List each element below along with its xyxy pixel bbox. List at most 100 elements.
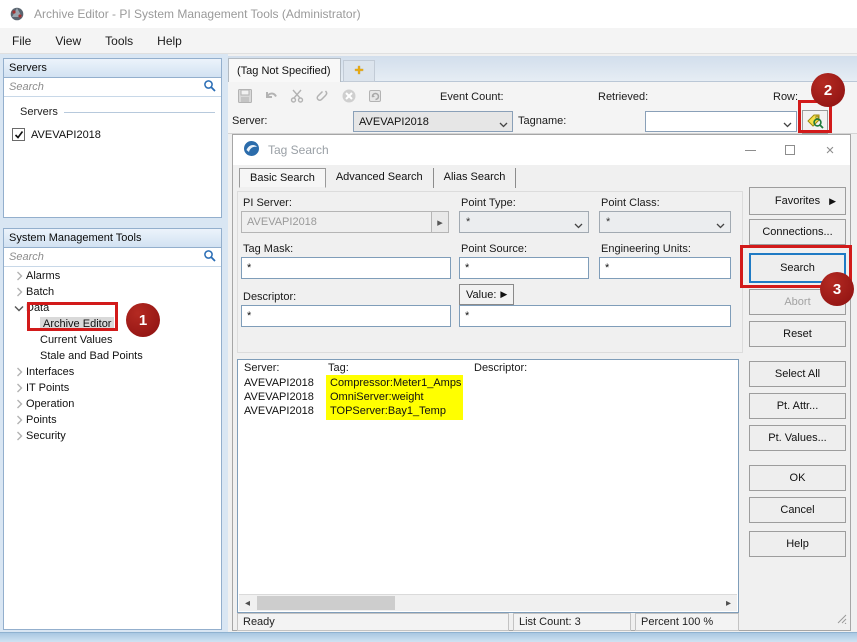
- tree-item-label[interactable]: Security: [26, 430, 66, 442]
- tree-item-label[interactable]: Current Values: [40, 334, 113, 346]
- tree-item-current-values[interactable]: Current Values: [40, 332, 113, 348]
- pt-values-button[interactable]: Pt. Values...: [749, 425, 846, 451]
- result-row-tag[interactable]: OmniServer:weight: [330, 391, 424, 403]
- new-tab-button[interactable]: +: [343, 60, 375, 82]
- reset-button[interactable]: Reset: [749, 321, 846, 347]
- tree-item-batch[interactable]: Batch: [12, 284, 54, 300]
- minimize-icon[interactable]: [730, 135, 770, 165]
- resize-grip-icon[interactable]: [835, 612, 847, 627]
- menu-view[interactable]: View: [43, 30, 93, 52]
- tree-item-label[interactable]: Alarms: [26, 270, 60, 282]
- servers-search[interactable]: Search: [4, 78, 221, 97]
- scroll-left-icon[interactable]: ◂: [239, 595, 256, 611]
- horizontal-scrollbar[interactable]: ◂ ▸: [239, 594, 737, 611]
- point-type-combobox[interactable]: *: [459, 211, 589, 233]
- engineering-units-value: *: [605, 262, 609, 274]
- cancel-icon[interactable]: [340, 87, 358, 105]
- column-header-server[interactable]: Server:: [244, 362, 279, 374]
- chevron-down-icon[interactable]: [12, 305, 26, 312]
- checkbox-checked-icon[interactable]: [12, 128, 25, 141]
- tree-item-it-points[interactable]: IT Points: [12, 380, 69, 396]
- column-header-descriptor[interactable]: Descriptor:: [474, 362, 527, 374]
- value-menu-button[interactable]: Value: ▶: [459, 284, 514, 305]
- smt-search[interactable]: Search: [4, 248, 221, 267]
- tag-mask-input[interactable]: *: [241, 257, 451, 279]
- servers-search-placeholder: Search: [9, 81, 203, 93]
- menu-tools[interactable]: Tools: [93, 30, 145, 52]
- result-row-server[interactable]: AVEVAPI2018: [244, 405, 314, 417]
- save-icon[interactable]: [236, 87, 254, 105]
- connections-button[interactable]: Connections...: [749, 219, 846, 245]
- cancel-button[interactable]: Cancel: [749, 497, 846, 523]
- engineering-units-input[interactable]: *: [599, 257, 731, 279]
- server-list-item[interactable]: AVEVAPI2018: [12, 128, 221, 141]
- tree-item-label[interactable]: Stale and Bad Points: [40, 350, 143, 362]
- pi-server-value: AVEVAPI2018: [247, 216, 317, 228]
- connections-button-label: Connections...: [762, 226, 832, 238]
- menu-help[interactable]: Help: [145, 30, 194, 52]
- tree-item-label[interactable]: Points: [26, 414, 57, 426]
- close-icon[interactable]: ×: [810, 135, 850, 165]
- tree-item-alarms[interactable]: Alarms: [12, 268, 60, 284]
- descriptor-input[interactable]: *: [241, 305, 451, 327]
- tree-item-security[interactable]: Security: [12, 428, 66, 444]
- chevron-right-icon[interactable]: [12, 367, 26, 377]
- chevron-right-icon[interactable]: [12, 415, 26, 425]
- chevron-down-icon[interactable]: [574, 220, 583, 232]
- undo-icon[interactable]: [262, 87, 280, 105]
- scroll-right-icon[interactable]: ▸: [720, 595, 737, 611]
- chevron-down-icon[interactable]: [716, 220, 725, 232]
- value-input[interactable]: *: [459, 305, 731, 327]
- tree-item-label[interactable]: Interfaces: [26, 366, 74, 378]
- refresh-icon[interactable]: [366, 87, 384, 105]
- tree-item-operation[interactable]: Operation: [12, 396, 74, 412]
- chevron-down-icon[interactable]: [499, 119, 508, 131]
- scrollbar-thumb[interactable]: [257, 596, 395, 610]
- help-button[interactable]: Help: [749, 531, 846, 557]
- result-row-server[interactable]: AVEVAPI2018: [244, 377, 314, 389]
- select-all-button[interactable]: Select All: [749, 361, 846, 387]
- attach-icon[interactable]: [314, 87, 332, 105]
- arrow-right-icon: ▶: [500, 289, 507, 300]
- chevron-right-icon[interactable]: [12, 431, 26, 441]
- point-class-combobox[interactable]: *: [599, 211, 731, 233]
- menu-file[interactable]: File: [0, 30, 43, 52]
- search-results-list[interactable]: Server: Tag: Descriptor: AVEVAPI2018 Com…: [237, 359, 739, 613]
- tree-item-stale-bad-points[interactable]: Stale and Bad Points: [40, 348, 143, 364]
- tree-item-label[interactable]: IT Points: [26, 382, 69, 394]
- tagname-combobox[interactable]: [645, 111, 797, 132]
- tab-alias-search[interactable]: Alias Search: [434, 168, 517, 188]
- annotation-step-1-number: 1: [139, 312, 147, 329]
- search-icon[interactable]: [203, 79, 216, 95]
- result-row-tag[interactable]: Compressor:Meter1_Amps: [330, 377, 461, 389]
- tab-basic-search[interactable]: Basic Search: [239, 168, 326, 188]
- server-item-label: AVEVAPI2018: [31, 129, 101, 141]
- result-row-server[interactable]: AVEVAPI2018: [244, 391, 314, 403]
- search-icon[interactable]: [203, 249, 216, 265]
- point-type-label: Point Type:: [461, 197, 516, 209]
- favorites-button[interactable]: Favorites ▶: [749, 187, 846, 215]
- window-titlebar: Archive Editor - PI System Management To…: [0, 0, 857, 28]
- chevron-right-icon[interactable]: [12, 383, 26, 393]
- cut-icon[interactable]: [288, 87, 306, 105]
- ok-button[interactable]: OK: [749, 465, 846, 491]
- chevron-down-icon[interactable]: [783, 119, 792, 131]
- maximize-icon[interactable]: [770, 135, 810, 165]
- tree-item-points[interactable]: Points: [12, 412, 57, 428]
- tree-item-label[interactable]: Operation: [26, 398, 74, 410]
- expand-arrow-icon[interactable]: ▸: [431, 212, 448, 232]
- server-combobox[interactable]: AVEVAPI2018: [353, 111, 513, 132]
- pt-values-button-label: Pt. Values...: [768, 432, 827, 444]
- point-source-input[interactable]: *: [459, 257, 589, 279]
- chevron-right-icon[interactable]: [12, 271, 26, 281]
- point-source-value: *: [465, 262, 469, 274]
- pt-attr-button[interactable]: Pt. Attr...: [749, 393, 846, 419]
- tree-item-label[interactable]: Batch: [26, 286, 54, 298]
- result-row-tag[interactable]: TOPServer:Bay1_Temp: [330, 405, 446, 417]
- column-header-tag[interactable]: Tag:: [328, 362, 349, 374]
- tab-advanced-search[interactable]: Advanced Search: [326, 168, 434, 188]
- tab-tag-not-specified[interactable]: (Tag Not Specified): [228, 58, 341, 82]
- chevron-right-icon[interactable]: [12, 399, 26, 409]
- tree-item-interfaces[interactable]: Interfaces: [12, 364, 74, 380]
- chevron-right-icon[interactable]: [12, 287, 26, 297]
